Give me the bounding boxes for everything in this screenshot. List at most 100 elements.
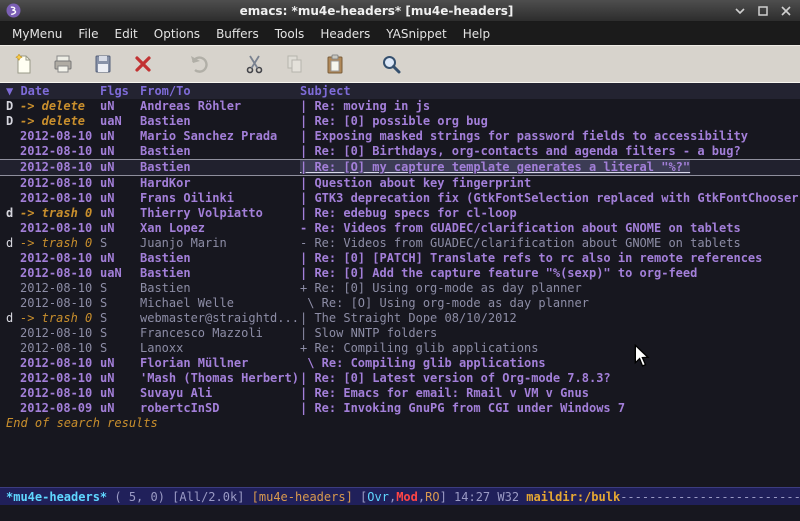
save-icon [92,53,114,75]
message-flags: uaN [100,266,140,281]
message-date: 2012-08-10 [20,281,100,296]
message-row[interactable]: 2012-08-10 uaN Bastien | Re: [0] Add the… [0,266,800,281]
menubar: MyMenuFileEditOptionsBuffersToolsHeaders… [0,22,800,45]
message-date: 2012-08-10 [20,251,100,266]
message-from: Francesco Mazzoli [140,326,300,341]
message-date: 2012-08-10 [20,160,100,175]
close-buffer-button[interactable] [128,49,158,79]
message-row[interactable]: 2012-08-10 uN Suvayu Ali | Re: Emacs for… [0,386,800,401]
minimize-button[interactable] [732,4,748,18]
mark-flag: D [6,114,20,129]
echo-area[interactable] [0,505,800,521]
paste-icon [324,53,346,75]
message-row[interactable]: 2012-08-10 uN Xan Lopez - Re: Videos fro… [0,221,800,236]
menu-edit[interactable]: Edit [107,24,146,44]
modeline-segment: [mu4e-headers] [252,490,353,504]
message-flags: S [100,281,140,296]
message-row[interactable]: 2012-08-10 uN Bastien | Re: [0] Birthday… [0,144,800,159]
message-flags: uN [100,129,140,144]
message-row[interactable]: d -> trash 0 S Juanjo Marin - Re: Videos… [0,236,800,251]
message-row[interactable]: 2012-08-10 uN Frans Oilinki | GTK3 depre… [0,191,800,206]
menu-tools[interactable]: Tools [267,24,313,44]
message-row[interactable]: 2012-08-10 uN Bastien | Re: [0] [PATCH] … [0,251,800,266]
cut-icon [244,53,266,75]
message-row[interactable]: 2012-08-10 uN Mario Sanchez Prada | Expo… [0,129,800,144]
message-row[interactable]: d -> trash 0 uN Thierry Volpiatto | Re: … [0,206,800,221]
message-subject: | Slow NNTP folders [300,326,800,341]
message-subject: | The Straight Dope 08/10/2012 [300,311,800,326]
message-date: 2012-08-10 [20,144,100,159]
message-date: 2012-08-10 [20,341,100,356]
modeline-segment: *mu4e-headers* [6,490,107,504]
modeline: *mu4e-headers* ( 5, 0) [All/2.0k] [mu4e-… [0,487,800,505]
message-subject: | Question about key fingerprint [300,176,800,191]
message-from: Bastien [140,160,300,175]
menu-file[interactable]: File [70,24,106,44]
message-row[interactable]: 2012-08-10 uN Bastien | Re: [O] my captu… [0,159,800,176]
message-subject: + Re: [0] Using org-mode as day planner [300,281,800,296]
message-subject: \ Re: [O] Using org-mode as day planner [300,296,800,311]
toolbar [0,45,800,83]
message-row[interactable]: 2012-08-10 S Michael Welle \ Re: [O] Usi… [0,296,800,311]
message-subject: | Exposing masked strings for password f… [300,129,800,144]
modeline-segment: , [418,490,425,504]
message-from: robertcInSD [140,401,300,416]
message-flags: uN [100,356,140,371]
message-from: Mario Sanchez Prada [140,129,300,144]
paste-button[interactable] [320,49,350,79]
close-button[interactable] [778,4,794,18]
cut-button[interactable] [240,49,270,79]
message-date: 2012-08-09 [20,401,100,416]
modeline-segment: ( 5, 0) [All/2.0k] [107,490,252,504]
message-row[interactable]: 2012-08-10 S Francesco Mazzoli | Slow NN… [0,326,800,341]
message-row[interactable]: D -> delete uN Andreas Röhler | Re: movi… [0,99,800,114]
message-from: Bastien [140,144,300,159]
message-row[interactable]: 2012-08-10 S Bastien + Re: [0] Using org… [0,281,800,296]
message-row[interactable]: 2012-08-10 uN 'Mash (Thomas Herbert) | R… [0,371,800,386]
message-date: 2012-08-10 [20,356,100,371]
window-controls [732,4,794,18]
message-from: Xan Lopez [140,221,300,236]
menu-yasnippet[interactable]: YASnippet [378,24,455,44]
message-subject: | Re: [0] [PATCH] Translate refs to rc a… [300,251,800,266]
message-date: 2012-08-10 [20,371,100,386]
message-flags: uN [100,191,140,206]
headers-buffer: D -> delete uN Andreas Röhler | Re: movi… [0,99,800,487]
message-flags: uN [100,371,140,386]
modeline-segment: 14:27 W32 [454,490,526,504]
message-date: -> delete [20,99,100,114]
mark-flag: D [6,99,20,114]
save-button[interactable] [88,49,118,79]
print-button[interactable] [48,49,78,79]
new-file-icon [12,53,34,75]
message-row[interactable]: 2012-08-10 uN HardKor | Question about k… [0,176,800,191]
mark-flag [6,326,20,341]
mark-flag [6,251,20,266]
message-subject: | Re: edebug specs for cl-loop [300,206,800,221]
copy-button[interactable] [280,49,310,79]
new-file-button[interactable] [8,49,38,79]
undo-icon [188,53,210,75]
message-row[interactable]: 2012-08-10 uN Florian Müllner \ Re: Comp… [0,356,800,371]
message-row[interactable]: D -> delete uaN Bastien | Re: [0] possib… [0,114,800,129]
message-row[interactable]: 2012-08-10 S Lanoxx + Re: Compiling glib… [0,341,800,356]
mark-flag [6,266,20,281]
mark-flag [6,356,20,371]
message-date: 2012-08-10 [20,386,100,401]
message-flags: uN [100,206,140,221]
menu-headers[interactable]: Headers [312,24,378,44]
message-from: 'Mash (Thomas Herbert) [140,371,300,386]
menu-options[interactable]: Options [146,24,208,44]
maximize-button[interactable] [755,4,771,18]
message-flags: uN [100,160,140,175]
menu-mymenu[interactable]: MyMenu [4,24,70,44]
message-row[interactable]: 2012-08-09 uN robertcInSD | Re: Invoking… [0,401,800,416]
search-button[interactable] [376,49,406,79]
message-flags: S [100,236,140,251]
undo-button[interactable] [184,49,214,79]
menu-buffers[interactable]: Buffers [208,24,267,44]
message-row[interactable]: d -> trash 0 S webmaster@straightd... | … [0,311,800,326]
emacs-icon [6,3,21,18]
menu-help[interactable]: Help [455,24,498,44]
message-from: HardKor [140,176,300,191]
